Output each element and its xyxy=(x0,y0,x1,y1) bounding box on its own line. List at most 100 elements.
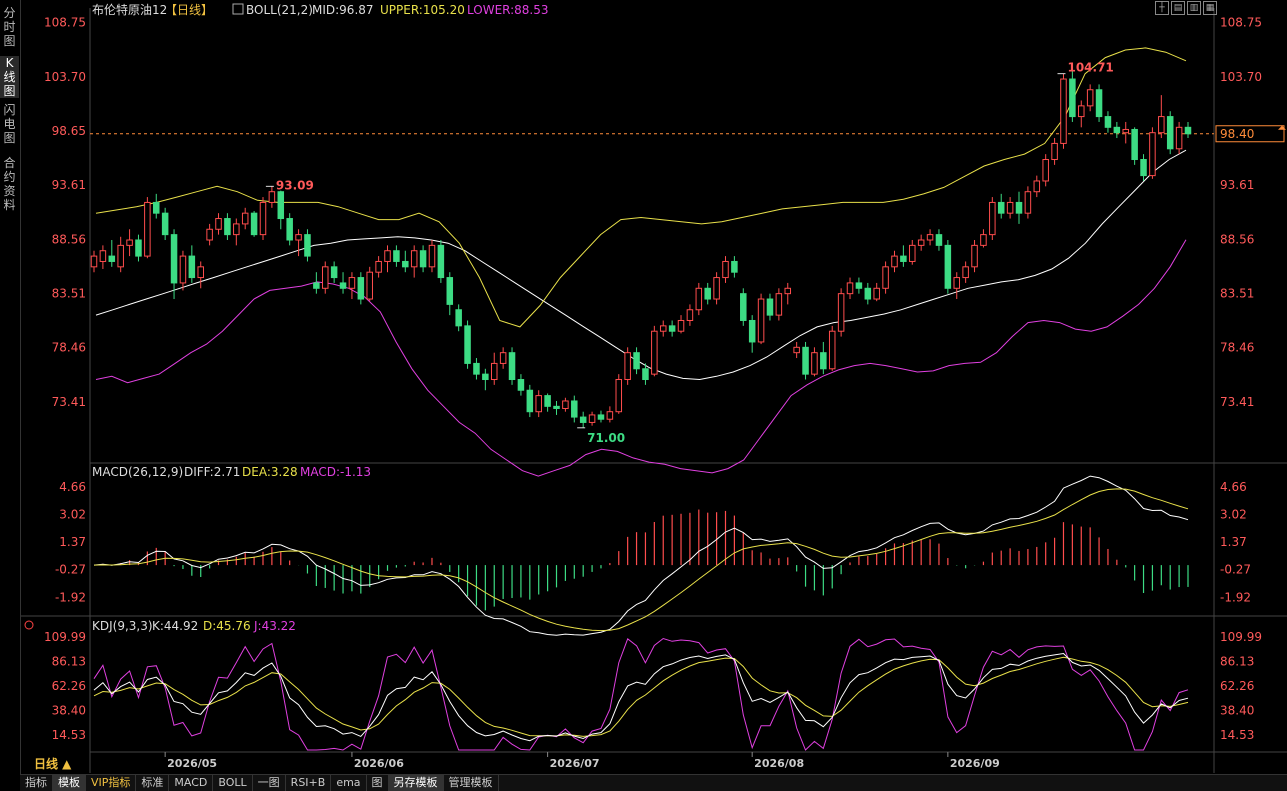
macd-tick-right: 3.02 xyxy=(1220,508,1247,522)
bottom-tab-3[interactable]: 标准 xyxy=(136,775,170,791)
candle-up xyxy=(348,277,356,289)
bottom-tab-10[interactable]: 另存模板 xyxy=(388,775,444,791)
sidebar-tab-1[interactable]: K线图 xyxy=(0,56,19,98)
bottom-tab-1[interactable]: 模板 xyxy=(53,775,86,791)
candle-up xyxy=(1149,132,1156,177)
candle-up xyxy=(811,352,818,375)
candle-down xyxy=(161,212,169,236)
candle-up xyxy=(241,212,249,225)
candle-up xyxy=(1060,78,1067,144)
table-icon[interactable]: ▥ xyxy=(1187,1,1201,15)
x-tick-label: 2026/09 xyxy=(950,757,1000,770)
x-tick-label: 2026/05 xyxy=(167,757,217,770)
candle-down xyxy=(855,282,863,289)
candle-down xyxy=(250,212,258,236)
price-tick-right: 83.51 xyxy=(1220,287,1254,301)
candle-down xyxy=(731,260,738,273)
candle-down xyxy=(437,244,445,279)
period-tag: 【日线】 xyxy=(165,3,213,17)
kdj-settings-icon[interactable] xyxy=(24,620,34,630)
macd-tick-right: 1.37 xyxy=(1220,535,1247,549)
macd-indicator[interactable]: MACD(26,12,9) xyxy=(92,465,183,479)
candle-up xyxy=(971,244,978,268)
candle-up xyxy=(490,362,498,381)
bottom-tab-11[interactable]: 管理模板 xyxy=(444,775,499,791)
candle-up xyxy=(90,255,98,268)
price-tick-right: 103.70 xyxy=(1220,70,1262,84)
price-tick-left: 93.61 xyxy=(52,178,86,192)
candle-up xyxy=(366,271,373,300)
kdj-tick-right: 62.26 xyxy=(1220,679,1254,693)
kdj-j: J:43.22 xyxy=(253,619,296,633)
candles: 104.71 93.09 71.00 xyxy=(90,61,1192,445)
price-axis-left: 108.75 103.70 98.65 93.61 88.56 83.51 78.46 73.… xyxy=(44,16,86,409)
bottom-tab-7[interactable]: RSI+B xyxy=(286,775,332,791)
bottom-tab-2[interactable]: VIP指标 xyxy=(86,775,137,791)
candle-down xyxy=(571,400,578,418)
candle-down xyxy=(1184,126,1192,135)
chart-window-icon[interactable]: ▤ xyxy=(1171,1,1185,15)
candle-up xyxy=(757,298,765,343)
kdj-indicator[interactable]: KDJ(9,3,3) xyxy=(92,619,153,633)
candle-up xyxy=(873,287,880,300)
candle-up xyxy=(268,191,276,203)
layout-icon[interactable]: ▦ xyxy=(1203,1,1217,15)
price-tick-left: 78.46 xyxy=(52,341,86,355)
macd-plot xyxy=(93,475,1189,636)
bottom-tab-9[interactable]: 图 xyxy=(367,775,389,791)
candle-down xyxy=(330,266,338,279)
candle-up xyxy=(837,293,845,332)
bottom-tab-6[interactable]: 一图 xyxy=(253,775,286,791)
candle-down xyxy=(1069,78,1076,118)
candle-up xyxy=(259,201,267,236)
candle-up xyxy=(917,239,925,246)
boll-indicator[interactable]: BOLL(21,2) xyxy=(246,3,313,17)
macd-tick-left: -0.27 xyxy=(55,563,86,577)
macd-tick-left: 3.02 xyxy=(59,508,86,522)
candle-up xyxy=(144,201,151,257)
sidebar-tab-3[interactable]: 合约资料 xyxy=(0,156,19,212)
price-tick-left: 88.56 xyxy=(52,232,86,246)
candle-down xyxy=(464,325,471,364)
candle-up xyxy=(677,319,685,332)
sidebar-tab-2[interactable]: 闪电图 xyxy=(0,103,19,151)
indicator-icon[interactable] xyxy=(232,3,244,15)
candle-up xyxy=(99,250,107,262)
candle-up xyxy=(233,223,240,236)
kdj-tick-left: 62.26 xyxy=(52,679,86,693)
candle-down xyxy=(339,282,347,289)
candle-down xyxy=(188,255,196,279)
crosshair-icon[interactable]: ┼ xyxy=(1155,1,1169,15)
candle-down xyxy=(1131,128,1138,161)
candle-down xyxy=(544,395,551,407)
candle-down xyxy=(393,250,400,262)
bottom-tab-5[interactable]: BOLL xyxy=(213,775,253,791)
candle-up xyxy=(410,250,418,268)
kdj-tick-left: 86.13 xyxy=(52,655,86,669)
bottom-tab-4[interactable]: MACD xyxy=(169,775,214,791)
current-price-label: 98.40 xyxy=(1220,127,1254,141)
candle-down xyxy=(944,244,952,289)
boll-mid-line xyxy=(95,149,1187,381)
chart-canvas[interactable]: 108.75 103.70 98.65 93.61 88.56 83.51 78.46 73.… xyxy=(0,0,1287,775)
candle-down xyxy=(553,405,560,409)
candle-down xyxy=(153,201,160,214)
boll-upper: UPPER:105.20 xyxy=(380,3,465,17)
price-tick-right: 108.75 xyxy=(1220,16,1262,30)
candle-up xyxy=(722,260,729,279)
symbol-title: 布伦特原油12 xyxy=(92,2,167,17)
bottom-tab-8[interactable]: ema xyxy=(331,775,367,791)
period-label[interactable]: 日线 ▲ xyxy=(34,756,72,771)
macd-axis: 4.66 4.66 3.02 3.02 1.37 1.37 -0.27 -0.27 -1.92 -… xyxy=(55,480,1251,604)
candle-up xyxy=(989,201,996,236)
bottom-tab-0[interactable]: 指标 xyxy=(20,775,53,791)
sidebar-tab-0[interactable]: 分时图 xyxy=(0,6,19,50)
candle-down xyxy=(135,239,142,257)
boll-mid: MID:96.87 xyxy=(312,3,374,17)
candle-up xyxy=(588,414,596,423)
x-axis: 2026/05 2026/06 2026/07 2026/08 2026/09 xyxy=(164,752,1000,770)
price-tick-left: 108.75 xyxy=(44,16,86,30)
macd-tick-left: 1.37 xyxy=(59,535,86,549)
candle-up xyxy=(535,395,542,413)
candle-down xyxy=(455,309,462,327)
